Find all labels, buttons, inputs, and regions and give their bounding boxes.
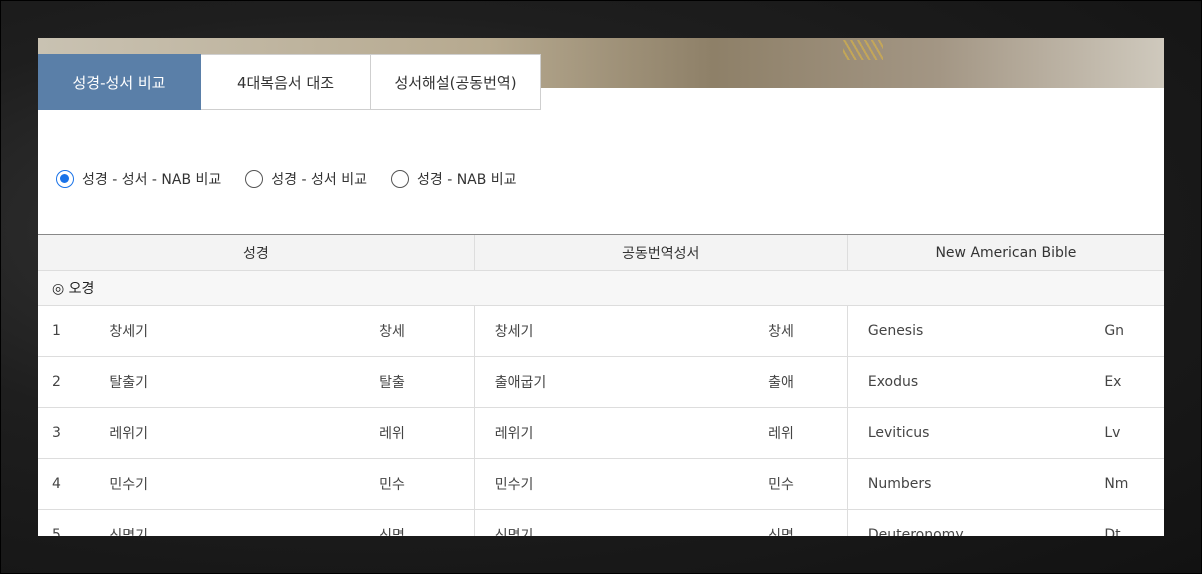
- common-book-name: 신명기: [473, 509, 768, 536]
- header-nab: New American Bible: [846, 234, 1164, 271]
- row-number: 2: [38, 356, 109, 408]
- book-comparison-table: 성경 공동번역성서 New American Bible ◎ 오경 1 창세기 창세…: [38, 234, 1164, 536]
- content-panel: 성경-성서 비교 4대복음서 대조 성서해설(공동번역) 성경 - 성서 - N…: [38, 38, 1164, 536]
- tab-bible-comparison[interactable]: 성경-성서 비교: [38, 54, 201, 110]
- common-book-name: 민수기: [473, 458, 768, 510]
- section-title: ◎ 오경: [38, 270, 1164, 306]
- radio-checked-icon[interactable]: [56, 170, 74, 188]
- table-row[interactable]: 1 창세기 창세 창세기 창세 Genesis Gn: [38, 305, 1164, 357]
- row-number: 3: [38, 407, 109, 459]
- tab-bar: 성경-성서 비교 4대복음서 대조 성서해설(공동번역): [38, 54, 541, 110]
- common-book-name: 창세기: [473, 305, 768, 357]
- row-number: 4: [38, 458, 109, 510]
- common-book-abbr: 민수: [767, 458, 848, 510]
- book-abbr: 창세: [378, 305, 475, 357]
- table-row[interactable]: 5 신명기 신명 신명기 신명 Deuteronomy Dt: [38, 509, 1164, 536]
- nab-book-name: Exodus: [846, 356, 1104, 408]
- radio-bible-seoseo[interactable]: 성경 - 성서 비교: [245, 169, 367, 189]
- common-book-name: 출애굽기: [473, 356, 768, 408]
- header-common-translation: 공동번역성서: [473, 234, 848, 271]
- comparison-mode-radio-group: 성경 - 성서 - NAB 비교 성경 - 성서 비교 성경 - NAB 비교: [56, 169, 541, 189]
- book-name: 탈출기: [108, 356, 379, 408]
- nab-book-abbr: Nm: [1103, 458, 1164, 510]
- book-abbr: 탈출: [378, 356, 475, 408]
- row-number: 5: [38, 509, 109, 536]
- nab-book-abbr: Lv: [1103, 407, 1164, 459]
- common-book-abbr: 신명: [767, 509, 848, 536]
- radio-unchecked-icon[interactable]: [245, 170, 264, 188]
- section-row: ◎ 오경: [38, 270, 1164, 306]
- common-book-abbr: 창세: [767, 305, 848, 357]
- book-name: 민수기: [108, 458, 379, 510]
- nab-book-name: Deuteronomy: [846, 509, 1104, 536]
- table-row[interactable]: 3 레위기 레위 레위기 레위 Leviticus Lv: [38, 407, 1164, 459]
- nab-book-name: Genesis: [846, 305, 1104, 357]
- book-name: 레위기: [108, 407, 379, 459]
- nab-book-name: Numbers: [846, 458, 1104, 510]
- nab-book-abbr: Gn: [1103, 305, 1164, 357]
- radio-label: 성경 - 성서 - NAB 비교: [82, 172, 222, 188]
- table-row[interactable]: 4 민수기 민수 민수기 민수 Numbers Nm: [38, 458, 1164, 510]
- book-name: 신명기: [108, 509, 379, 536]
- book-abbr: 신명: [378, 509, 475, 536]
- common-book-abbr: 출애: [767, 356, 848, 408]
- radio-bible-seoseo-nab[interactable]: 성경 - 성서 - NAB 비교: [56, 169, 221, 189]
- radio-unchecked-icon[interactable]: [390, 170, 409, 188]
- nab-book-abbr: Ex: [1103, 356, 1164, 408]
- row-number: 1: [38, 305, 109, 357]
- book-name: 창세기: [108, 305, 379, 357]
- nab-book-abbr: Dt: [1103, 509, 1164, 536]
- radio-label: 성경 - NAB 비교: [416, 172, 517, 188]
- table-row[interactable]: 2 탈출기 탈출 출애굽기 출애 Exodus Ex: [38, 356, 1164, 408]
- nab-book-name: Leviticus: [846, 407, 1104, 459]
- common-book-name: 레위기: [473, 407, 768, 459]
- tab-four-gospels[interactable]: 4대복음서 대조: [201, 54, 371, 110]
- header-bible: 성경: [38, 234, 475, 271]
- book-abbr: 레위: [378, 407, 475, 459]
- tab-commentary[interactable]: 성서해설(공동번역): [371, 54, 541, 110]
- common-book-abbr: 레위: [767, 407, 848, 459]
- radio-bible-nab[interactable]: 성경 - NAB 비교: [390, 169, 517, 189]
- radio-label: 성경 - 성서 비교: [271, 172, 367, 188]
- book-abbr: 민수: [378, 458, 475, 510]
